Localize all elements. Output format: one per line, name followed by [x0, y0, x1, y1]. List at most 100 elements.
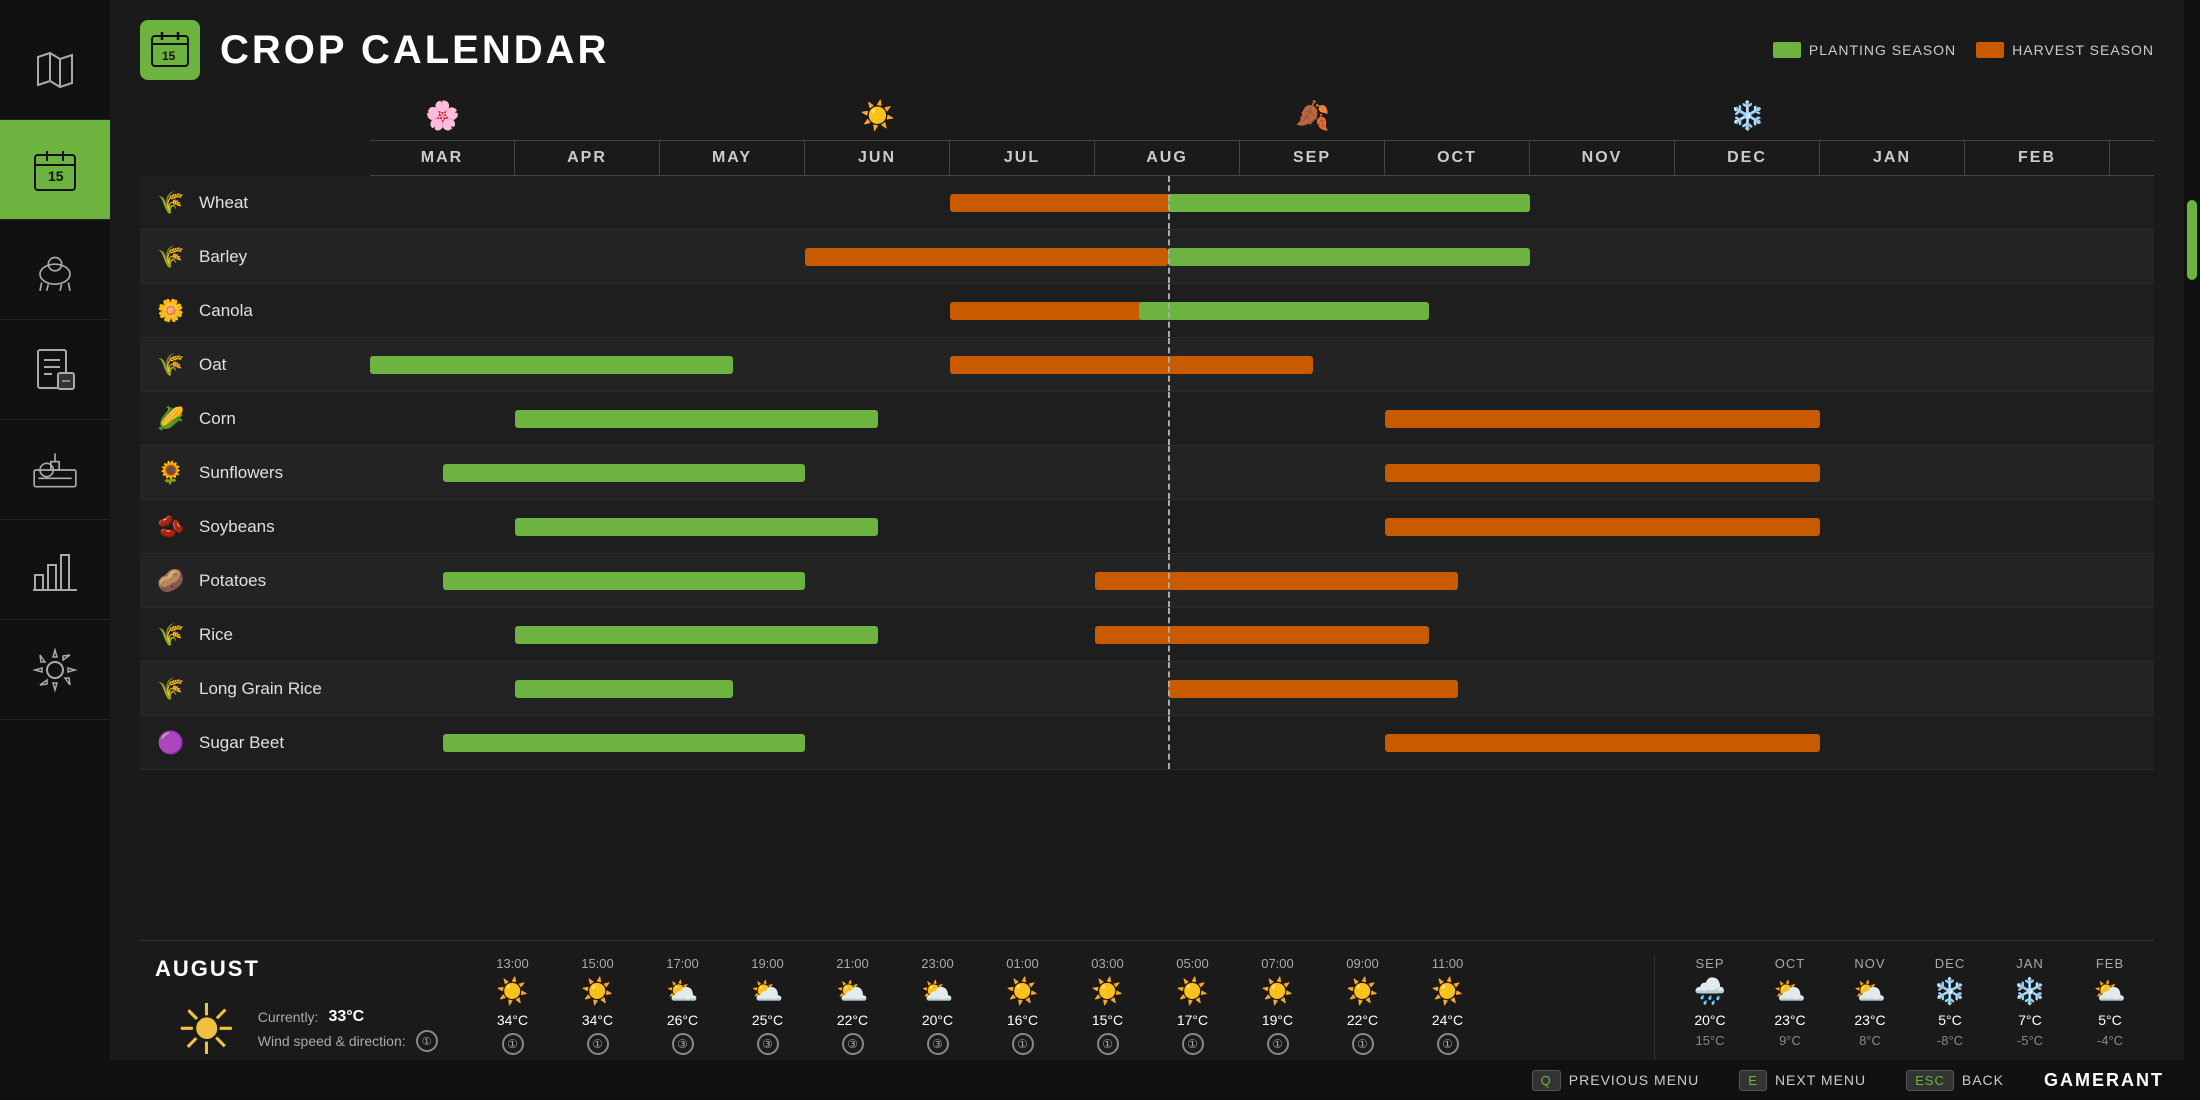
hourly-wind-cell-2: ③ — [640, 1033, 725, 1055]
sidebar-item-animals[interactable] — [0, 220, 110, 320]
crop-row-corn: 🌽Corn — [140, 392, 2154, 446]
dashed-current-line — [1168, 554, 1170, 607]
currently-label: Currently: — [258, 1009, 319, 1025]
monthly-low-4: -5°C — [1990, 1033, 2070, 1048]
crop-bar-planting-0 — [515, 410, 878, 428]
legend-planting: PLANTING SEASON — [1773, 42, 1956, 58]
hourly-temp-4: 22°C — [810, 1012, 895, 1028]
prev-label: PREVIOUS MENU — [1569, 1072, 1699, 1088]
sidebar-item-calendar[interactable]: 15 — [0, 120, 110, 220]
crop-bars-area — [370, 446, 2154, 499]
hourly-time-0: 13:00 — [470, 956, 555, 971]
dashed-current-line — [1168, 176, 1170, 229]
hourly-icon-1: ☀️ — [555, 976, 640, 1007]
month-cell-may: MAY — [660, 141, 805, 175]
monthly-icons-row: 🌧️⛅⛅❄️❄️⛅ — [1670, 976, 2154, 1007]
crop-name-cell: 🌾Wheat — [140, 187, 370, 219]
hourly-icon-0: ☀️ — [470, 976, 555, 1007]
wind-indicator-3: ③ — [757, 1033, 779, 1055]
hourly-temp-2: 26°C — [640, 1012, 725, 1028]
next-menu-button[interactable]: E NEXT MENU — [1739, 1070, 1866, 1091]
header: 15 CROP CALENDAR PLANTING SEASON HARVEST… — [140, 20, 2154, 80]
hourly-time-6: 01:00 — [980, 956, 1065, 971]
hourly-temp-0: 34°C — [470, 1012, 555, 1028]
crop-bar-planting-0 — [443, 734, 806, 752]
monthly-month-nov: NOV — [1830, 956, 1910, 971]
sidebar-item-settings[interactable] — [0, 620, 110, 720]
hourly-temp-1: 34°C — [555, 1012, 640, 1028]
crop-name-label: Sugar Beet — [199, 733, 284, 753]
crop-bar-planting-1 — [1168, 194, 1531, 212]
hourly-time-10: 09:00 — [1320, 956, 1405, 971]
dashed-current-line — [1168, 662, 1170, 715]
monthly-month-label-2: NOV — [1830, 956, 1910, 971]
monthly-high-0: 20°C — [1670, 1012, 1750, 1028]
crop-name-cell: 🫘Soybeans — [140, 511, 370, 543]
monthly-months-row: SEPOCTNOVDECJANFEB — [1670, 956, 2154, 971]
month-cell-dec: DEC — [1675, 141, 1820, 175]
back-button[interactable]: ESC BACK — [1906, 1070, 2004, 1091]
sidebar-item-contracts[interactable] — [0, 320, 110, 420]
crop-icon-soybeans: 🫘 — [155, 511, 187, 543]
crop-name-cell: 🌾Barley — [140, 241, 370, 273]
crop-grid: 🌾Wheat🌾Barley🌼Canola🌾Oat🌽Corn🌻Sunflowers… — [140, 176, 2154, 940]
sidebar-item-map[interactable] — [0, 20, 110, 120]
hourly-wind-cell-1: ① — [555, 1033, 640, 1055]
season-icon-0: 🌸 — [370, 99, 515, 132]
hourly-icon-9: ☀️ — [1235, 976, 1320, 1007]
wind-indicator-11: ① — [1437, 1033, 1459, 1055]
scrollbar[interactable] — [2184, 0, 2200, 1100]
crop-name-label: Long Grain Rice — [199, 679, 322, 699]
planting-label: PLANTING SEASON — [1809, 42, 1956, 58]
sidebar-item-stats[interactable] — [0, 520, 110, 620]
crop-bar-harvest-1 — [1168, 680, 1458, 698]
dashed-current-line — [1168, 230, 1170, 283]
crop-bar-harvest-1 — [1095, 626, 1429, 644]
dashed-current-line — [1168, 284, 1170, 337]
current-temp-value: 33°C — [328, 1008, 364, 1026]
crop-bar-harvest-1 — [1385, 410, 1820, 428]
crop-bar-harvest-1 — [1385, 518, 1820, 536]
crop-icon-oat: 🌾 — [155, 349, 187, 381]
month-cell-jul: JUL — [950, 141, 1095, 175]
crop-name-label: Corn — [199, 409, 236, 429]
crop-bars-area — [370, 500, 2154, 553]
wind-direction-icon: ① — [416, 1030, 438, 1052]
crop-bars-area — [370, 716, 2154, 769]
crop-row-rice: 🌾Rice — [140, 608, 2154, 662]
crop-row-barley: 🌾Barley — [140, 230, 2154, 284]
monthly-icon-4: ❄️ — [1990, 976, 2070, 1007]
crop-bars-area — [370, 284, 2154, 337]
monthly-month-feb: FEB — [2070, 956, 2150, 971]
month-cell-nov: NOV — [1530, 141, 1675, 175]
crop-bar-harvest-1 — [1095, 572, 1458, 590]
prev-menu-button[interactable]: Q PREVIOUS MENU — [1532, 1070, 1700, 1091]
wind-row: Wind speed & direction: ① — [258, 1030, 438, 1052]
dashed-current-line — [1168, 392, 1170, 445]
hourly-icon-11: ☀️ — [1405, 976, 1490, 1007]
season-icon-3: ☀️ — [805, 99, 950, 132]
crop-row-canola: 🌼Canola — [140, 284, 2154, 338]
crop-name-cell: 🌽Corn — [140, 403, 370, 435]
hourly-time-11: 11:00 — [1405, 956, 1490, 971]
page-title: CROP CALENDAR — [220, 28, 609, 73]
hourly-wind-cell-4: ③ — [810, 1033, 895, 1055]
weather-current: AUGUST ☀ Currently: 33°C Wind speed & di… — [140, 956, 470, 1070]
month-cell-jan: JAN — [1820, 141, 1965, 175]
dashed-current-line — [1168, 716, 1170, 769]
crop-icon-sugar-beet: 🟣 — [155, 727, 187, 759]
hourly-temp-5: 20°C — [895, 1012, 980, 1028]
monthly-low-0: 15°C — [1670, 1033, 1750, 1048]
month-header: MARAPRMAYJUNJULAUGSEPOCTNOVDECJANFEB — [370, 140, 2154, 176]
sidebar-item-production[interactable] — [0, 420, 110, 520]
crop-icon-canola: 🌼 — [155, 295, 187, 327]
hourly-wind-cell-9: ① — [1235, 1033, 1320, 1055]
hourly-times-row: 13:0015:0017:0019:0021:0023:0001:0003:00… — [470, 956, 1654, 971]
calendar-icon-box: 15 — [140, 20, 200, 80]
hourly-temp-9: 19°C — [1235, 1012, 1320, 1028]
gamerant-logo: GAMERANT — [2044, 1070, 2164, 1091]
monthly-high-2: 23°C — [1830, 1012, 1910, 1028]
dashed-current-line — [1168, 338, 1170, 391]
monthly-month-label-4: JAN — [1990, 956, 2070, 971]
hourly-wind-cell-5: ③ — [895, 1033, 980, 1055]
